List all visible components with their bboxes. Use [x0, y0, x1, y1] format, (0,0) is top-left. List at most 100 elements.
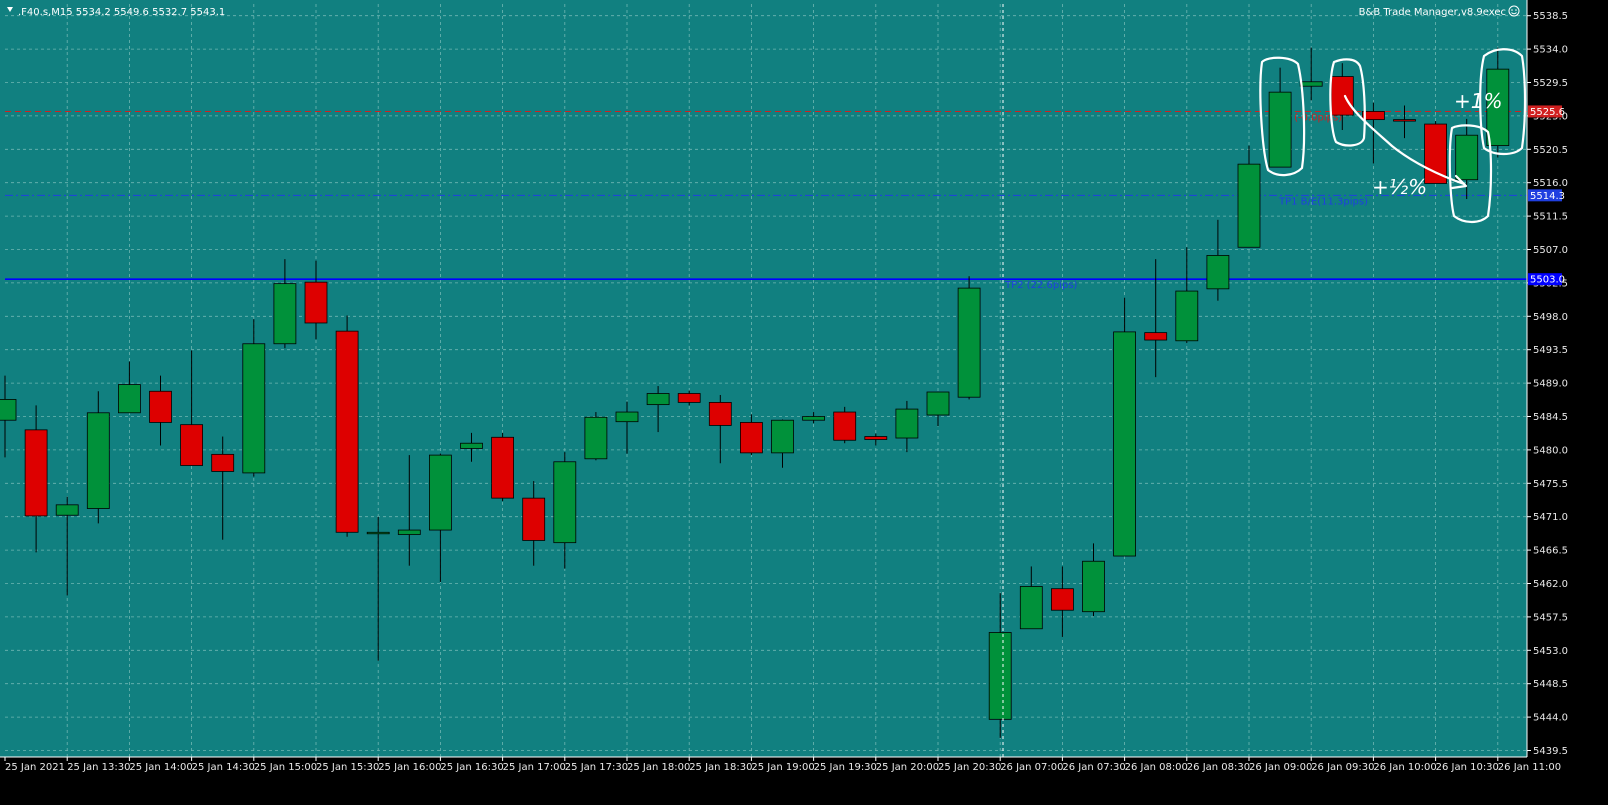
candle-body-bear	[180, 424, 204, 466]
trade-manager-label: B&B Trade Manager,v8.9exec	[1359, 7, 1506, 18]
time-tick-label: 26 Jan 10:00	[1373, 762, 1436, 773]
candle-body-bear	[211, 453, 235, 472]
price-tick-label: 5466.5	[1533, 546, 1568, 557]
time-tick-label: 25 Jan 19:30	[814, 762, 877, 773]
candle-body-bull	[802, 416, 825, 421]
time-tick-label: 25 Jan 14:00	[129, 762, 192, 773]
candle-body-bear	[1330, 76, 1354, 116]
candle-body-bull	[1113, 331, 1136, 557]
time-tick-label: 25 Jan 14:30	[192, 762, 255, 773]
level-tp1-price-tag: 5514.3	[1530, 191, 1565, 202]
time-tick-label: 25 Jan 2021	[5, 762, 65, 773]
candle-body-bull	[460, 442, 483, 449]
candle-body-bear	[708, 401, 732, 426]
price-tick-label: 5498.0	[1533, 312, 1568, 323]
time-tick-label: 25 Jan 18:30	[689, 762, 752, 773]
time-tick-label: 25 Jan 17:00	[503, 762, 566, 773]
candle-body-bear	[740, 422, 763, 454]
candle-body-bull	[86, 412, 110, 509]
candle-body-bear	[335, 330, 359, 533]
candle-body-bull	[1237, 163, 1261, 248]
price-tick-label: 5520.5	[1533, 145, 1568, 156]
time-tick-label: 25 Jan 17:30	[565, 762, 628, 773]
candle-body-bear	[522, 497, 546, 541]
candle-body-bear	[833, 411, 857, 441]
candle[interactable]	[1113, 297, 1136, 557]
time-tick-label: 25 Jan 20:30	[938, 762, 1001, 773]
candle-body-bull	[771, 419, 794, 454]
time-tick-label: 26 Jan 09:00	[1249, 762, 1312, 773]
candle-body-bull	[1082, 560, 1105, 613]
price-tick-label: 5516.0	[1533, 178, 1568, 189]
time-tick-label: 25 Jan 15:30	[316, 762, 379, 773]
candle-body-bull	[1175, 290, 1199, 342]
time-tick-label: 25 Jan 16:30	[440, 762, 503, 773]
candle[interactable]	[1424, 121, 1447, 184]
symbol-ohlc-label: .F40.s,M15 5534.2 5549.6 5532.7 5543.1	[18, 7, 225, 18]
candle-body-bull	[615, 411, 639, 423]
candle-body-bull	[1268, 91, 1292, 168]
candle[interactable]	[491, 432, 515, 502]
candle-body-bear	[149, 390, 172, 423]
time-tick-label: 25 Jan 19:00	[751, 762, 814, 773]
time-tick-label: 26 Jan 07:30	[1062, 762, 1125, 773]
price-tick-label: 5462.0	[1533, 579, 1568, 590]
candle-body-bull	[0, 399, 17, 421]
level-tp2-price-tag: 5503.0	[1530, 275, 1565, 286]
candle-body-bull	[55, 504, 79, 516]
candle-body-bull	[366, 531, 390, 535]
price-tick-label: 5475.5	[1533, 479, 1568, 490]
candle[interactable]	[584, 412, 608, 461]
candle-body-bear	[677, 393, 701, 403]
candle-body-bull	[428, 454, 452, 531]
candle-body-bull	[988, 632, 1012, 720]
candle-body-bull	[646, 393, 670, 406]
candle-body-bull	[957, 287, 981, 398]
candle-body-bull	[926, 391, 950, 416]
time-tick-label: 26 Jan 10:30	[1436, 762, 1499, 773]
price-tick-label: 5534.0	[1533, 45, 1568, 56]
candle-body-bull	[553, 461, 577, 544]
price-tick-label: 5439.5	[1533, 746, 1568, 757]
time-tick-label: 26 Jan 07:00	[1000, 762, 1063, 773]
price-tick-label: 5489.0	[1533, 379, 1568, 390]
price-tick-label: 5471.0	[1533, 512, 1568, 523]
candle[interactable]	[833, 406, 857, 444]
price-tick-label: 5453.0	[1533, 646, 1568, 657]
level-sl-price-tag: 5525.6	[1530, 107, 1565, 118]
candle-body-bear	[1424, 123, 1447, 184]
time-tick-label: 25 Jan 18:00	[627, 762, 690, 773]
candle-body-bull	[242, 343, 266, 474]
price-chart[interactable]: TP2 (22.6pips) TP1 B/E(11.3pips) SL (-0.0p…	[0, 0, 1608, 801]
candle-body-bear	[1051, 588, 1074, 611]
candle-body-bull	[397, 529, 421, 535]
candle-body-bull	[584, 416, 608, 460]
time-tick-label: 25 Jan 15:00	[254, 762, 317, 773]
time-tick-label: 26 Jan 08:00	[1125, 762, 1188, 773]
candle-body-bear	[24, 429, 48, 517]
price-tick-label: 5480.0	[1533, 445, 1568, 456]
candle-body-bear	[491, 436, 515, 499]
candle-body-bear	[304, 281, 328, 324]
price-tick-label: 5529.5	[1533, 78, 1568, 89]
candle[interactable]	[335, 315, 359, 537]
time-tick-label: 26 Jan 09:30	[1311, 762, 1374, 773]
candle-body-bull	[1455, 134, 1479, 181]
candle-body-bull	[118, 384, 141, 414]
candle[interactable]	[957, 276, 981, 400]
chart-canvas[interactable]: TP2 (22.6pips)TP1 B/E(11.3pips)SL (-0.0p…	[0, 0, 1608, 801]
time-tick-label: 26 Jan 08:30	[1187, 762, 1250, 773]
annotation-plus-half-percent: +½%	[1372, 175, 1427, 199]
annotation-plus-one-percent: +1%	[1454, 89, 1503, 113]
price-tick-label: 5457.5	[1533, 612, 1568, 623]
candle-body-bull	[1299, 81, 1323, 87]
candle-body-bull	[1206, 255, 1230, 290]
candle-body-bull	[1019, 586, 1043, 630]
price-tick-label: 5444.0	[1533, 713, 1568, 724]
chart-background	[0, 0, 1608, 801]
level-tp2-label: TP2 (22.6pips)	[1004, 280, 1078, 291]
candle-body-bear	[1393, 119, 1416, 122]
candle-body-bear	[864, 436, 888, 440]
candle-body-bull	[895, 408, 919, 439]
level-tp1-label: TP1 B/E(11.3pips)	[1278, 196, 1368, 207]
